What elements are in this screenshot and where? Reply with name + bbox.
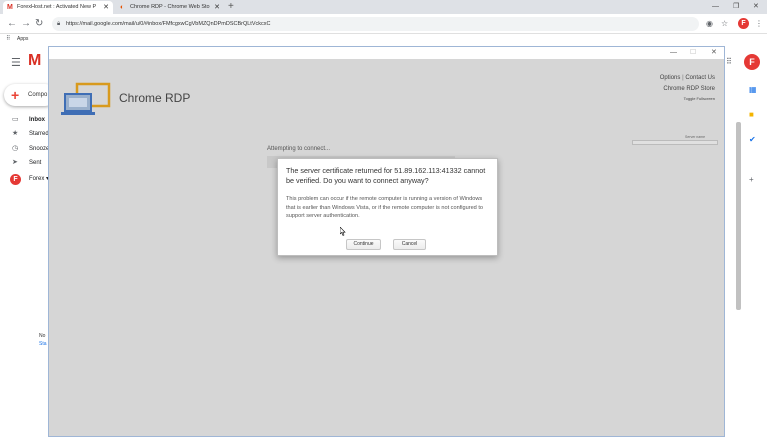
tab-title: Chrome RDP - Chrome Web Sto bbox=[130, 4, 210, 10]
rdp-app-title: Chrome RDP bbox=[119, 91, 191, 105]
forex-extension-icon[interactable]: F bbox=[738, 18, 749, 29]
maximize-icon[interactable]: ❐ bbox=[733, 0, 739, 14]
tab-forexhost[interactable]: M ForexHost.net : Activated New P ✕ bbox=[3, 1, 113, 14]
main-menu-icon[interactable]: ☰ bbox=[11, 56, 21, 69]
tab-title: ForexHost.net : Activated New P bbox=[17, 4, 97, 10]
tab-strip: M ForexHost.net : Activated New P ✕ ◐ Ch… bbox=[0, 0, 767, 14]
server-field[interactable] bbox=[632, 140, 718, 145]
add-addon-icon[interactable]: + bbox=[749, 175, 754, 184]
url-text: https://mail.google.com/mail/u/0/#inbox/… bbox=[66, 21, 271, 27]
chrome-rdp-logo-icon bbox=[61, 82, 111, 115]
continue-button[interactable]: Continue bbox=[346, 239, 381, 250]
sidebar-item-starred[interactable]: ★ Starred bbox=[10, 128, 49, 140]
close-window-icon[interactable]: ✕ bbox=[753, 0, 759, 14]
gmail-logo-icon[interactable]: M bbox=[28, 52, 41, 70]
account-avatar[interactable]: F bbox=[744, 54, 760, 70]
compose-label: Compo bbox=[28, 92, 48, 98]
apps-bookmark[interactable]: Apps bbox=[17, 34, 28, 44]
send-icon: ➤ bbox=[12, 159, 18, 166]
address-bar[interactable]: 🔒︎ https://mail.google.com/mail/u/0/#inb… bbox=[52, 17, 699, 31]
rdp-maximize-icon[interactable]: ☐ bbox=[690, 47, 696, 59]
rdp-store-link[interactable]: Chrome RDP Store bbox=[660, 84, 715, 95]
scrollbar[interactable] bbox=[736, 122, 741, 310]
browser-toolbar: ← → ↻ 🔒︎ https://mail.google.com/mail/u/… bbox=[0, 14, 767, 34]
sidebar-item-forex[interactable]: F Forex ▾ bbox=[10, 173, 49, 185]
back-icon[interactable]: ← bbox=[7, 17, 17, 31]
forward-icon[interactable]: → bbox=[21, 17, 31, 31]
dialog-message: This problem can occur if the remote com… bbox=[286, 196, 484, 220]
tasks-icon[interactable]: ✔ bbox=[749, 135, 756, 144]
eye-icon[interactable]: ◉ bbox=[706, 17, 713, 31]
apps-grid-icon[interactable]: ⠿ bbox=[6, 34, 10, 44]
contact-us-link[interactable]: Contact Us bbox=[685, 75, 715, 81]
bookmarks-bar: ⠿ Apps bbox=[0, 34, 767, 44]
close-tab-icon[interactable]: ✕ bbox=[214, 1, 220, 14]
cancel-button[interactable]: Cancel bbox=[393, 239, 426, 250]
rdp-header-links: Options | Contact Us Chrome RDP Store To… bbox=[660, 73, 715, 103]
mouse-cursor-icon bbox=[340, 227, 346, 236]
connecting-status: Attempting to connect... bbox=[267, 146, 331, 152]
toggle-fullscreen-link[interactable]: Toggle Fullscreen bbox=[660, 95, 715, 103]
sidebar-item-inbox[interactable]: ▭ Inbox bbox=[10, 114, 45, 126]
options-link[interactable]: Options bbox=[660, 75, 681, 81]
bookmark-star-icon[interactable]: ☆ bbox=[721, 17, 728, 31]
inbox-icon: ▭ bbox=[12, 116, 19, 123]
sidebar-item-snoozed[interactable]: ◷ Snooze bbox=[10, 143, 49, 155]
sidebar-item-label: Forex ▾ bbox=[29, 176, 50, 182]
sidebar-item-sent[interactable]: ➤ Sent bbox=[10, 157, 41, 169]
certificate-dialog: The server certificate returned for 51.8… bbox=[277, 158, 498, 256]
clock-icon: ◷ bbox=[12, 145, 19, 152]
minimize-icon[interactable]: — bbox=[712, 0, 719, 14]
rdp-titlebar: — ☐ ✕ bbox=[49, 47, 724, 59]
dialog-title: The server certificate returned for 51.8… bbox=[286, 166, 486, 185]
reload-icon[interactable]: ↻ bbox=[35, 17, 43, 31]
rdp-minimize-icon[interactable]: — bbox=[670, 47, 677, 59]
gmail-favicon-icon: M bbox=[7, 4, 13, 11]
sidebar-item-label: Snooze bbox=[29, 146, 50, 152]
server-field-label: Server name bbox=[685, 135, 706, 139]
webstore-favicon-icon: ◐ bbox=[120, 4, 125, 11]
close-tab-icon[interactable]: ✕ bbox=[103, 1, 109, 14]
side-note: No bbox=[39, 333, 46, 339]
sidebar-item-label: Inbox bbox=[29, 117, 45, 123]
new-tab-icon[interactable]: + bbox=[228, 1, 234, 13]
sidebar-item-label: Sent bbox=[29, 160, 42, 166]
star-icon: ★ bbox=[12, 130, 19, 137]
link-separator: | bbox=[682, 75, 684, 81]
tab-chrome-rdp[interactable]: ◐ Chrome RDP - Chrome Web Sto ✕ bbox=[116, 1, 224, 14]
avatar-icon: F bbox=[10, 174, 21, 185]
lock-icon: 🔒︎ bbox=[57, 21, 61, 27]
menu-kebab-icon[interactable]: ⋮ bbox=[755, 17, 763, 31]
rdp-close-icon[interactable]: ✕ bbox=[711, 47, 717, 59]
google-apps-icon[interactable]: ⠿ bbox=[726, 57, 732, 66]
plus-icon: + bbox=[11, 87, 20, 103]
keep-icon[interactable]: ■ bbox=[749, 110, 754, 119]
sidebar-item-label: Starred bbox=[29, 131, 49, 137]
calendar-icon[interactable]: ▦ bbox=[749, 85, 757, 94]
side-note-link[interactable]: Sta bbox=[39, 341, 47, 347]
